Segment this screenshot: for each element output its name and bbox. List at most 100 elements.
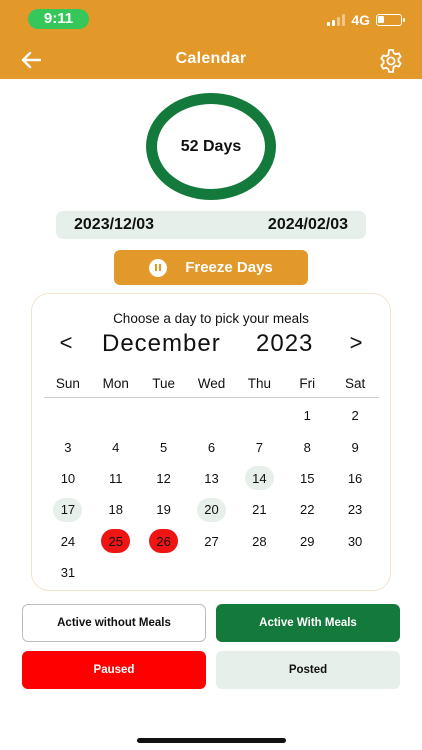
calendar-day: 20 <box>188 494 236 525</box>
month-navigation: < December 2023 > <box>32 330 390 360</box>
calendar-day: 10 <box>44 463 92 494</box>
weekday-tue: Tue <box>152 376 176 391</box>
day-number[interactable]: 12 <box>149 466 178 490</box>
day-number[interactable]: 11 <box>101 466 130 490</box>
legend-active-without-meals[interactable]: Active without Meals <box>22 604 206 642</box>
calendar-day: 30 <box>331 526 379 557</box>
calendar-card: Choose a day to pick your meals < Decemb… <box>31 293 391 591</box>
day-number[interactable]: 2 <box>341 404 370 428</box>
legend-active-with-meals[interactable]: Active With Meals <box>216 604 400 642</box>
day-number[interactable]: 29 <box>293 529 322 553</box>
day-number[interactable]: 31 <box>53 561 82 585</box>
day-number[interactable]: 4 <box>101 435 130 459</box>
weekday-sat: Sat <box>344 376 366 391</box>
empty-day-cell <box>235 400 283 431</box>
days-remaining-ring: 52 Days <box>146 93 276 200</box>
day-number[interactable]: 5 <box>149 435 178 459</box>
day-number[interactable]: 16 <box>341 466 370 490</box>
calendar-day: 5 <box>140 431 188 462</box>
calendar-day: 25 <box>92 526 140 557</box>
subscription-date-range: 2023/12/03 2024/02/03 <box>56 211 366 239</box>
day-number[interactable]: 22 <box>293 498 322 522</box>
calendar-day: 23 <box>331 494 379 525</box>
calendar-day: 4 <box>92 431 140 462</box>
home-indicator <box>137 738 286 743</box>
app-header: 9:11 4G Calendar <box>0 0 422 79</box>
empty-day-cell <box>92 400 140 431</box>
day-number[interactable]: 28 <box>245 529 274 553</box>
status-legend: Active without Meals Active With Meals P… <box>22 604 400 689</box>
calendar-day: 29 <box>283 526 331 557</box>
calendar-day: 24 <box>44 526 92 557</box>
day-number[interactable]: 21 <box>245 498 274 522</box>
day-number[interactable]: 18 <box>101 498 130 522</box>
legend-posted[interactable]: Posted <box>216 651 400 689</box>
day-number[interactable]: 19 <box>149 498 178 522</box>
legend-paused[interactable]: Paused <box>22 651 206 689</box>
battery-icon <box>376 14 405 26</box>
day-number[interactable]: 6 <box>197 435 226 459</box>
day-number[interactable]: 8 <box>293 435 322 459</box>
day-number[interactable]: 23 <box>341 498 370 522</box>
gear-icon <box>380 49 402 73</box>
calendar-day: 18 <box>92 494 140 525</box>
empty-day-cell <box>44 400 92 431</box>
day-posted[interactable]: 17 <box>53 497 83 522</box>
freeze-days-button[interactable]: Freeze Days <box>114 250 308 285</box>
calendar-day: 22 <box>283 494 331 525</box>
calendar-day: 8 <box>283 431 331 462</box>
page-title: Calendar <box>175 50 247 67</box>
day-posted[interactable]: 20 <box>196 497 226 522</box>
day-paused[interactable]: 25 <box>101 529 131 554</box>
status-indicators: 4G <box>327 10 405 30</box>
day-number[interactable]: 24 <box>53 529 82 553</box>
calendar-day: 19 <box>140 494 188 525</box>
network-label: 4G <box>351 12 370 28</box>
day-number[interactable]: 13 <box>197 466 226 490</box>
empty-day-cell <box>188 400 236 431</box>
month-label: December <box>102 330 221 357</box>
day-number[interactable]: 7 <box>245 435 274 459</box>
day-number[interactable]: 1 <box>293 404 322 428</box>
weekday-sun: Sun <box>55 376 80 391</box>
weekday-wed: Wed <box>197 376 226 391</box>
calendar-day: 13 <box>188 463 236 494</box>
status-time: 9:11 <box>28 9 89 29</box>
start-date: 2023/12/03 <box>74 216 155 233</box>
freeze-days-label: Freeze Days <box>185 259 273 276</box>
previous-month-button[interactable]: < <box>54 330 78 356</box>
calendar-day: 11 <box>92 463 140 494</box>
calendar-day: 6 <box>188 431 236 462</box>
calendar-day: 26 <box>140 526 188 557</box>
days-remaining-label: 52 Days <box>180 137 242 155</box>
calendar-day: 9 <box>331 431 379 462</box>
calendar-prompt: Choose a day to pick your meals <box>113 311 309 326</box>
pause-icon <box>149 258 168 277</box>
weekday-mon: Mon <box>102 376 129 391</box>
calendar-days-grid: 1 2 3 4 5 6 7 8 9 10 11 12 13 14 15 16 17 18 19 20 21 22 23 24 2… <box>44 400 379 588</box>
calendar-day: 21 <box>235 494 283 525</box>
calendar-day: 27 <box>188 526 236 557</box>
weekday-thu: Thu <box>247 376 271 391</box>
year-label: 2023 <box>256 330 314 357</box>
calendar-screen: 9:11 4G Calendar 52 Days 2023/12/03 2024… <box>0 0 422 750</box>
day-paused[interactable]: 26 <box>149 529 179 554</box>
day-number[interactable]: 27 <box>197 529 226 553</box>
next-month-button[interactable]: > <box>344 330 368 356</box>
calendar-day: 2 <box>331 400 379 431</box>
day-number[interactable]: 30 <box>341 529 370 553</box>
settings-button[interactable] <box>378 48 404 74</box>
weekday-fri: Fri <box>299 376 316 391</box>
calendar-day: 3 <box>44 431 92 462</box>
day-number[interactable]: 9 <box>341 435 370 459</box>
day-number[interactable]: 3 <box>53 435 82 459</box>
day-number[interactable]: 10 <box>53 466 82 490</box>
day-number[interactable]: 15 <box>293 466 322 490</box>
day-posted[interactable]: 14 <box>244 466 274 491</box>
calendar-day: 1 <box>283 400 331 431</box>
calendar-day: 14 <box>235 463 283 494</box>
end-date: 2024/02/03 <box>267 216 348 233</box>
calendar-day: 16 <box>331 463 379 494</box>
calendar-day: 15 <box>283 463 331 494</box>
calendar-day: 7 <box>235 431 283 462</box>
